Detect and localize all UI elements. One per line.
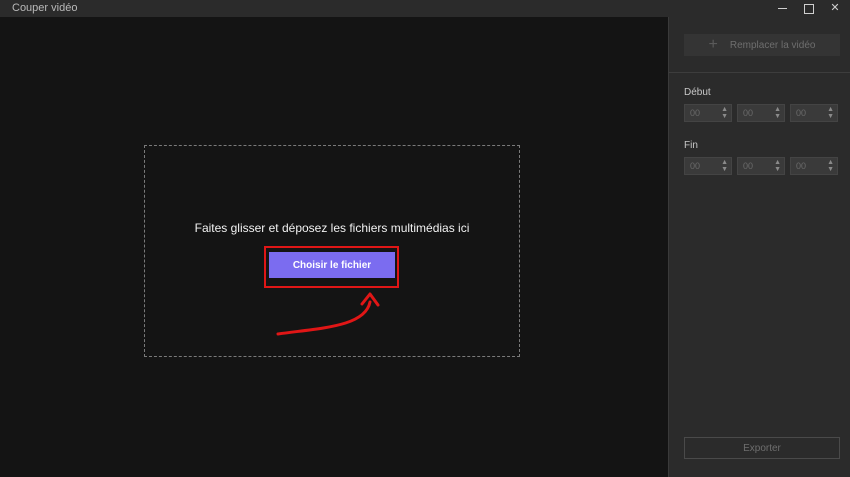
main-area: Faites glisser et déposez les fichiers m… (0, 17, 668, 477)
spinner-icon[interactable]: ▲ ▼ (827, 106, 834, 120)
end-minutes-value: 00 (743, 161, 754, 171)
spinner-icon[interactable]: ▲ ▼ (721, 159, 728, 173)
spinner-icon[interactable]: ▲ ▼ (827, 159, 834, 173)
start-seconds-field[interactable]: 00 ▲ ▼ (790, 104, 838, 122)
spinner-icon[interactable]: ▲ ▼ (774, 159, 781, 173)
end-seconds-field[interactable]: 00 ▲ ▼ (790, 157, 838, 175)
window-title: Couper vidéo (12, 2, 78, 14)
end-hours-value: 00 (690, 161, 701, 171)
close-button[interactable]: ✕ (822, 0, 848, 17)
end-minutes-field[interactable]: 00 ▲ ▼ (737, 157, 785, 175)
end-label: Fin (684, 140, 698, 151)
plus-icon: + (708, 36, 718, 53)
title-bar: Couper vidéo ✕ (0, 0, 850, 17)
export-button[interactable]: Exporter (684, 437, 840, 459)
start-time-row: 00 ▲ ▼ 00 ▲ ▼ 00 ▲ ▼ (684, 104, 841, 122)
start-hours-value: 00 (690, 108, 701, 118)
end-hours-field[interactable]: 00 ▲ ▼ (684, 157, 732, 175)
drop-instruction: Faites glisser et déposez les fichiers m… (194, 221, 470, 235)
close-icon: ✕ (830, 2, 840, 14)
sidebar: + Remplacer la vidéo Début 00 ▲ ▼ 00 ▲ ▼ 0… (668, 17, 850, 477)
start-hours-field[interactable]: 00 ▲ ▼ (684, 104, 732, 122)
start-label: Début (684, 87, 711, 98)
choose-file-button[interactable]: Choisir le fichier (269, 252, 395, 278)
end-time-row: 00 ▲ ▼ 00 ▲ ▼ 00 ▲ ▼ (684, 157, 841, 175)
spinner-icon[interactable]: ▲ ▼ (721, 106, 728, 120)
minimize-button[interactable] (770, 0, 796, 17)
start-seconds-value: 00 (796, 108, 807, 118)
replace-video-label: Remplacer la vidéo (729, 39, 816, 51)
minimize-icon (778, 8, 787, 9)
sidebar-divider (669, 72, 850, 73)
maximize-button[interactable] (796, 0, 822, 17)
curved-arrow-icon (276, 292, 380, 336)
start-minutes-field[interactable]: 00 ▲ ▼ (737, 104, 785, 122)
end-seconds-value: 00 (796, 161, 807, 171)
maximize-icon (804, 4, 814, 14)
start-minutes-value: 00 (743, 108, 754, 118)
spinner-icon[interactable]: ▲ ▼ (774, 106, 781, 120)
replace-video-button[interactable]: + Remplacer la vidéo (684, 34, 840, 56)
